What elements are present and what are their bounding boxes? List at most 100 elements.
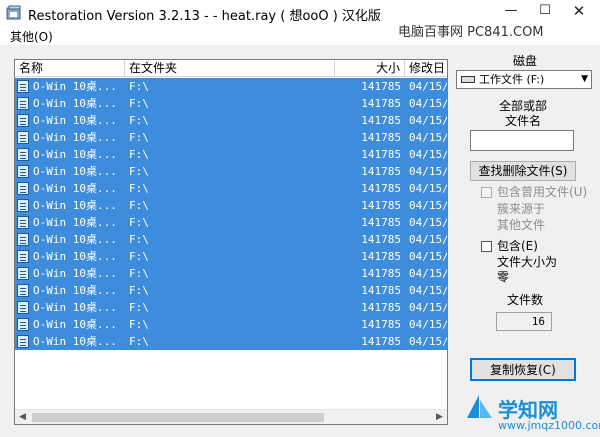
scroll-left-icon[interactable]: ◀ xyxy=(15,410,30,424)
row-folder: F:\ xyxy=(129,199,149,212)
table-row[interactable]: O-Win 10桌... F:\ 141785 04/15/ xyxy=(15,197,447,214)
file-icon xyxy=(17,267,29,280)
include-used-sub1: 簇来源于 xyxy=(497,202,546,216)
include-zero-sub2: 零 xyxy=(497,270,510,284)
table-row[interactable]: O-Win 10桌... F:\ 141785 04/15/ xyxy=(15,265,447,282)
file-icon xyxy=(17,284,29,297)
row-name: O-Win 10桌... xyxy=(33,267,117,280)
file-icon xyxy=(17,165,29,178)
filename-input[interactable] xyxy=(470,130,574,151)
column-folder[interactable]: 在文件夹 xyxy=(125,60,335,77)
list-header: 名称 在文件夹 大小 修改日 xyxy=(15,60,447,77)
row-folder: F:\ xyxy=(129,335,149,348)
table-row[interactable]: O-Win 10桌... F:\ 141785 04/15/ xyxy=(15,146,447,163)
file-icon xyxy=(17,216,29,229)
copy-restore-button[interactable]: 复制恢复(C) xyxy=(470,358,576,381)
scroll-thumb[interactable] xyxy=(32,413,324,422)
file-icon xyxy=(17,199,29,212)
table-row[interactable]: O-Win 10桌... F:\ 141785 04/15/ xyxy=(15,299,447,316)
file-icon xyxy=(17,335,29,348)
row-folder: F:\ xyxy=(129,216,149,229)
app-icon xyxy=(6,5,21,20)
scroll-right-icon[interactable]: ▶ xyxy=(432,410,447,424)
file-icon xyxy=(17,233,29,246)
close-button[interactable]: ✕ xyxy=(562,0,596,24)
include-zero-checkbox[interactable] xyxy=(481,241,492,252)
column-modified[interactable]: 修改日 xyxy=(405,60,447,77)
row-folder: F:\ xyxy=(129,182,149,195)
row-folder: F:\ xyxy=(129,233,149,246)
row-size: 141785 xyxy=(361,182,401,195)
horizontal-scrollbar[interactable]: ◀ ▶ xyxy=(15,409,447,424)
menu-bar: 其他(O) xyxy=(0,27,600,45)
row-folder: F:\ xyxy=(129,267,149,280)
minimize-button[interactable]: — xyxy=(494,0,528,24)
file-list[interactable]: 名称 在文件夹 大小 修改日 O-Win 10桌... F:\ 141785 04/1… xyxy=(14,59,448,425)
table-row[interactable]: O-Win 10桌... F:\ 141785 04/15/ xyxy=(15,129,447,146)
table-row[interactable]: O-Win 10桌... F:\ 141785 04/15/ xyxy=(15,316,447,333)
row-name: O-Win 10桌... xyxy=(33,233,117,246)
include-used-checkbox[interactable] xyxy=(481,187,492,198)
menu-other[interactable]: 其他(O) xyxy=(10,28,53,45)
file-icon xyxy=(17,131,29,144)
row-name: O-Win 10桌... xyxy=(33,165,117,178)
row-size: 141785 xyxy=(361,250,401,263)
row-folder: F:\ xyxy=(129,80,149,93)
row-date: 04/15/ xyxy=(409,318,448,331)
column-name[interactable]: 名称 xyxy=(15,60,125,77)
row-date: 04/15/ xyxy=(409,114,448,127)
column-size[interactable]: 大小 xyxy=(335,60,405,77)
row-date: 04/15/ xyxy=(409,216,448,229)
filename-label-line2: 文件名 xyxy=(504,114,541,128)
row-date: 04/15/ xyxy=(409,301,448,314)
row-date: 04/15/ xyxy=(409,250,448,263)
file-icon xyxy=(17,148,29,161)
table-row[interactable]: O-Win 10桌... F:\ 141785 04/15/ xyxy=(15,180,447,197)
row-date: 04/15/ xyxy=(409,80,448,93)
table-row[interactable]: O-Win 10桌... F:\ 141785 04/15/ xyxy=(15,282,447,299)
row-name: O-Win 10桌... xyxy=(33,284,117,297)
client-area: 名称 在文件夹 大小 修改日 O-Win 10桌... F:\ 141785 04/1… xyxy=(0,45,600,437)
search-delete-button[interactable]: 查找删除文件(S) xyxy=(470,161,576,181)
row-date: 04/15/ xyxy=(409,165,448,178)
chevron-down-icon[interactable]: ▼ xyxy=(581,71,588,88)
row-size: 141785 xyxy=(361,199,401,212)
row-size: 141785 xyxy=(361,131,401,144)
table-row[interactable]: O-Win 10桌... F:\ 141785 04/15/ xyxy=(15,95,447,112)
file-icon xyxy=(17,318,29,331)
table-row[interactable]: O-Win 10桌... F:\ 141785 04/15/ xyxy=(15,163,447,180)
row-folder: F:\ xyxy=(129,131,149,144)
disk-label: 磁盘 xyxy=(512,54,537,68)
table-row[interactable]: O-Win 10桌... F:\ 141785 04/15/ xyxy=(15,333,447,350)
row-folder: F:\ xyxy=(129,148,149,161)
row-name: O-Win 10桌... xyxy=(33,335,117,348)
row-name: O-Win 10桌... xyxy=(33,114,117,127)
row-size: 141785 xyxy=(361,216,401,229)
row-date: 04/15/ xyxy=(409,148,448,161)
disk-select[interactable]: 工作文件 (F:) ▼ xyxy=(456,70,592,89)
table-row[interactable]: O-Win 10桌... F:\ 141785 04/15/ xyxy=(15,112,447,129)
include-used-sub2: 其他文件 xyxy=(497,218,546,232)
include-zero-label: 包含(E) xyxy=(497,239,538,253)
maximize-button[interactable]: ☐ xyxy=(528,0,562,24)
row-name: O-Win 10桌... xyxy=(33,97,117,110)
list-body: O-Win 10桌... F:\ 141785 04/15/O-Win 10桌... F… xyxy=(15,78,447,409)
filename-label-line1: 全部或部 xyxy=(498,99,547,113)
row-date: 04/15/ xyxy=(409,97,448,110)
row-size: 141785 xyxy=(361,301,401,314)
table-row[interactable]: O-Win 10桌... F:\ 141785 04/15/ xyxy=(15,231,447,248)
table-row[interactable]: O-Win 10桌... F:\ 141785 04/15/ xyxy=(15,214,447,231)
row-folder: F:\ xyxy=(129,114,149,127)
table-row[interactable]: O-Win 10桌... F:\ 141785 04/15/ xyxy=(15,248,447,265)
file-count-value: 16 xyxy=(496,312,552,331)
file-count-label: 文件数 xyxy=(506,293,543,307)
row-name: O-Win 10桌... xyxy=(33,216,117,229)
drive-icon xyxy=(461,76,475,83)
title-bar[interactable]: Restoration Version 3.2.13 - - heat.ray … xyxy=(0,0,600,40)
file-icon xyxy=(17,182,29,195)
table-row[interactable]: O-Win 10桌... F:\ 141785 04/15/ xyxy=(15,78,447,95)
row-size: 141785 xyxy=(361,284,401,297)
include-zero-sub1: 文件大小为 xyxy=(497,255,558,269)
row-date: 04/15/ xyxy=(409,182,448,195)
row-name: O-Win 10桌... xyxy=(33,80,117,93)
